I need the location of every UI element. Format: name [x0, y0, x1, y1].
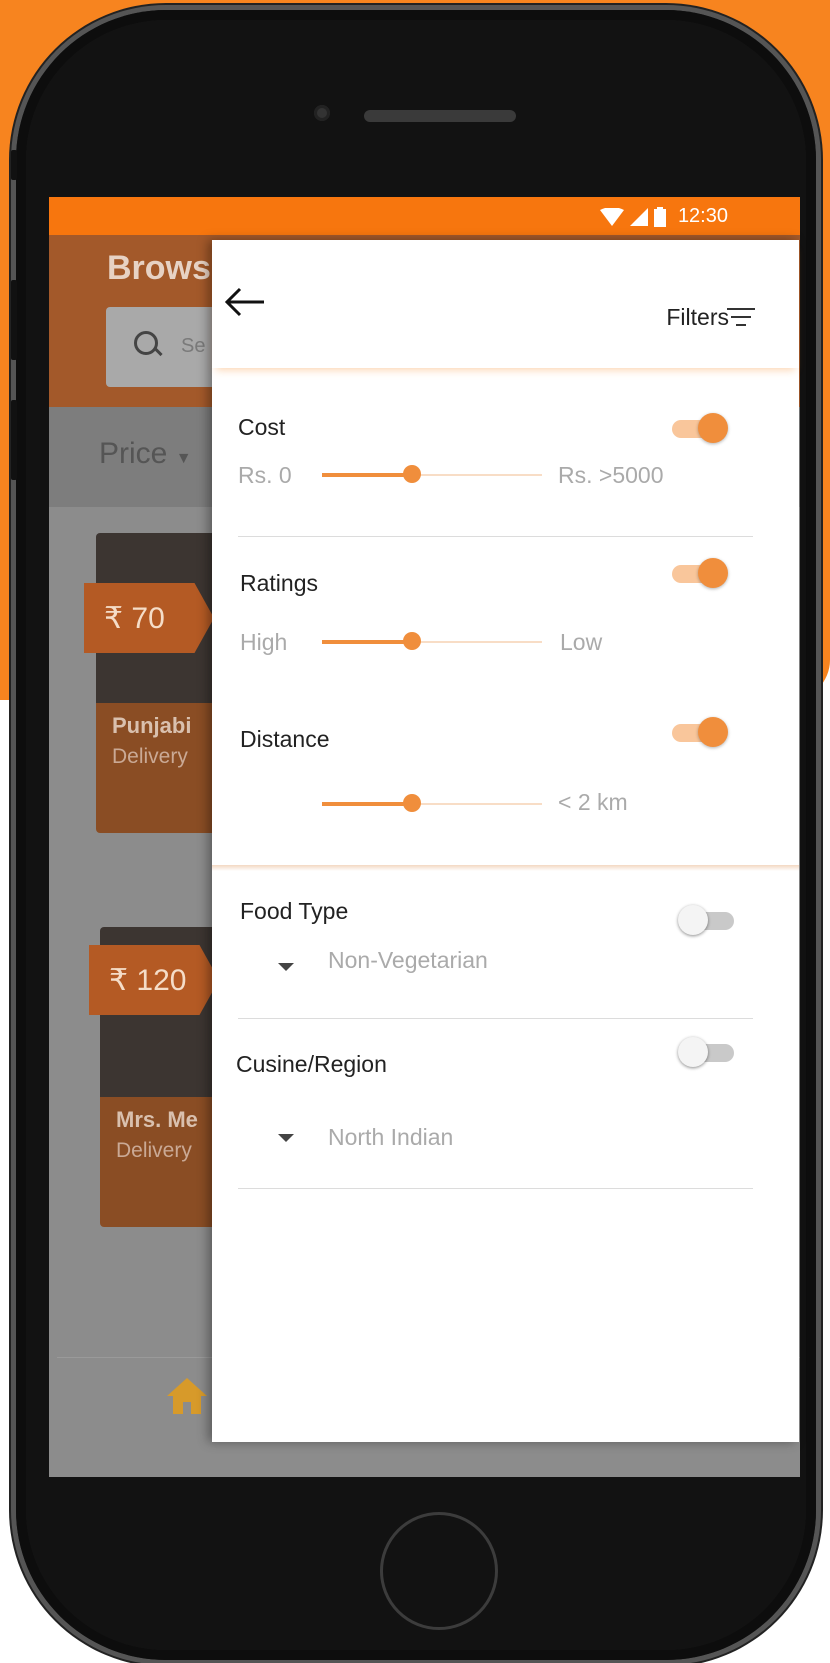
- filters-header: Filters: [212, 240, 799, 368]
- wifi-icon: [599, 207, 624, 226]
- filters-title: Filters: [666, 304, 729, 330]
- price-sort-label: Price: [99, 437, 168, 470]
- food-type-dropdown[interactable]: Non-Vegetarian: [328, 947, 488, 974]
- distance-slider[interactable]: [322, 794, 542, 814]
- camera: [314, 105, 330, 121]
- cell-signal-icon: [629, 207, 648, 226]
- card-name: Punjabi: [112, 713, 192, 738]
- status-icons: 12:30: [599, 205, 728, 228]
- food-type-label: Food Type: [240, 898, 349, 924]
- cost-slider-thumb[interactable]: [403, 465, 422, 483]
- cost-min-label: Rs. 0: [238, 462, 292, 488]
- chevron-down-icon[interactable]: [278, 1134, 294, 1142]
- home-icon[interactable]: [165, 1374, 209, 1418]
- price-tag: ₹ 120: [89, 945, 219, 1015]
- distance-slider-thumb[interactable]: [403, 794, 422, 812]
- browse-title: Brows: [107, 249, 211, 287]
- card-sub: Delivery: [112, 745, 188, 768]
- volume-down-button: [11, 400, 17, 480]
- back-arrow-icon[interactable]: [222, 284, 266, 320]
- cost-label: Cost: [238, 414, 286, 440]
- food-type-toggle[interactable]: [678, 905, 734, 935]
- cost-toggle[interactable]: [672, 413, 728, 443]
- home-button[interactable]: [380, 1512, 498, 1630]
- price-sort-dropdown[interactable]: Price ▼: [99, 437, 192, 471]
- card-sub: Delivery: [116, 1139, 192, 1162]
- ratings-max-label: Low: [560, 629, 603, 655]
- mute-switch: [11, 150, 17, 180]
- filter-lines-icon[interactable]: [727, 306, 755, 328]
- chevron-down-icon[interactable]: [278, 963, 294, 971]
- volume-up-button: [11, 280, 17, 360]
- search-icon: [134, 331, 158, 355]
- ratings-slider-thumb[interactable]: [403, 632, 422, 650]
- section-separator: [212, 865, 799, 871]
- cuisine-toggle[interactable]: [678, 1037, 734, 1067]
- divider: [238, 1188, 753, 1189]
- ratings-label: Ratings: [240, 570, 318, 596]
- cost-slider[interactable]: [322, 465, 542, 485]
- ratings-min-label: High: [240, 629, 288, 655]
- speaker: [364, 110, 516, 122]
- card-name: Mrs. Me: [116, 1107, 198, 1132]
- divider: [238, 1018, 753, 1019]
- status-time: 12:30: [677, 205, 728, 227]
- distance-label: Distance: [240, 726, 330, 752]
- price-tag: ₹ 70: [84, 583, 214, 653]
- divider: [238, 536, 753, 537]
- distance-toggle[interactable]: [672, 717, 728, 747]
- chevron-down-icon: ▼: [175, 450, 192, 467]
- status-bar: 12:30: [49, 197, 800, 235]
- ratings-slider[interactable]: [322, 632, 542, 652]
- filters-panel: Filters Cost Rs. 0 Rs. >5000 Ratings Hig…: [212, 240, 799, 1442]
- distance-max-label: < 2 km: [558, 789, 628, 815]
- battery-icon: [653, 206, 666, 227]
- cost-max-label: Rs. >5000: [558, 462, 664, 488]
- search-placeholder: Se: [181, 335, 206, 357]
- cuisine-label: Cusine/Region: [236, 1051, 387, 1077]
- cuisine-dropdown[interactable]: North Indian: [328, 1124, 453, 1151]
- ratings-toggle[interactable]: [672, 558, 728, 588]
